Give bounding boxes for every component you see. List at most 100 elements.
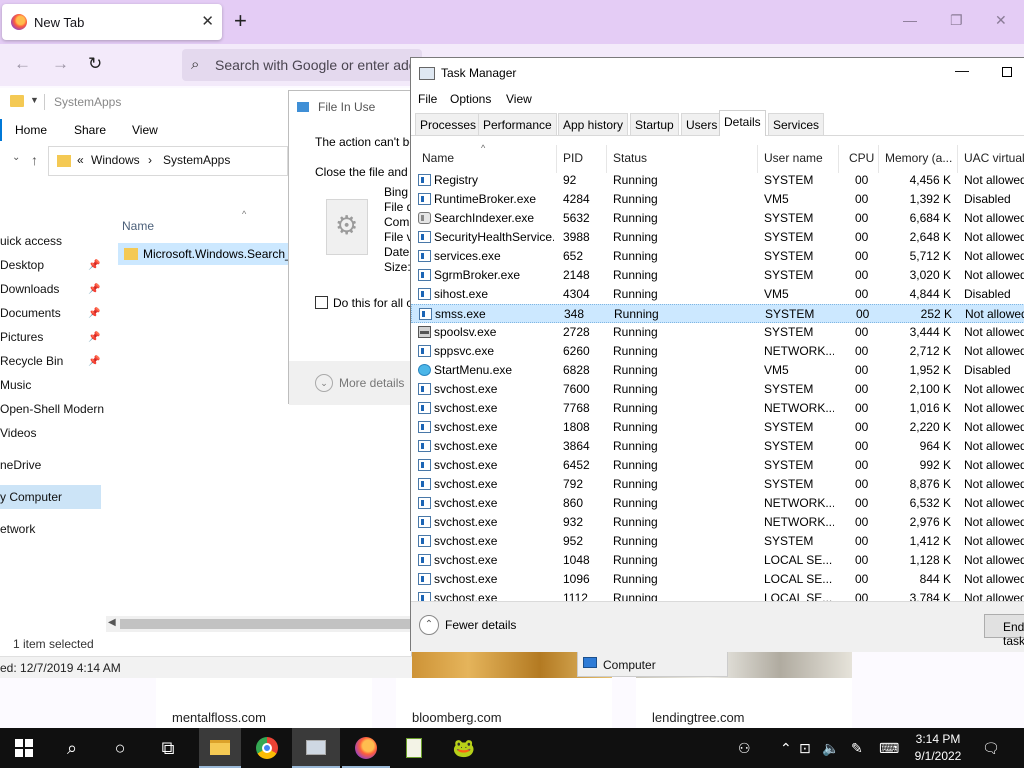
column-divider[interactable]: [606, 145, 607, 173]
up-arrow-icon[interactable]: ↑: [31, 152, 38, 168]
sidebar-item-my-computer[interactable]: y Computer: [0, 490, 62, 504]
menu-view[interactable]: View: [506, 92, 532, 106]
process-row[interactable]: svchost.exe 1048 Running LOCAL SE... 00 1,128…: [411, 551, 1024, 570]
sidebar-item-network[interactable]: etwork: [0, 522, 35, 536]
ribbon-tab-home[interactable]: Home: [15, 123, 47, 137]
process-row[interactable]: sppsvc.exe 6260 Running NETWORK... 00 2,712 K…: [411, 342, 1024, 361]
column-uac[interactable]: UAC virtualization: [964, 151, 1024, 165]
tab-users[interactable]: Users: [681, 113, 723, 135]
quick-access-toolbar-icon[interactable]: ▼: [30, 95, 39, 105]
scroll-left-icon[interactable]: ◀: [108, 617, 116, 628]
sidebar-item-open-shell[interactable]: Open-Shell Modern: [0, 402, 104, 416]
maximize-icon[interactable]: [1002, 67, 1012, 77]
process-row[interactable]: sihost.exe 4304 Running VM5 00 4,844 K Disable…: [411, 285, 1024, 304]
column-divider[interactable]: [838, 145, 839, 173]
sidebar-item-videos[interactable]: Videos: [0, 426, 36, 440]
network-icon[interactable]: ⊡: [799, 728, 811, 768]
process-row[interactable]: svchost.exe 7768 Running NETWORK... 00 1,016 …: [411, 399, 1024, 418]
tab-performance[interactable]: Performance: [478, 113, 557, 135]
sidebar-item-desktop[interactable]: Desktop: [0, 258, 44, 272]
process-row[interactable]: spoolsv.exe 2728 Running SYSTEM 00 3,444 K Not…: [411, 323, 1024, 342]
sidebar-item-recycle-bin[interactable]: Recycle Bin: [0, 354, 63, 368]
top-site-tile[interactable]: bloomberg.com: [396, 678, 612, 728]
sidebar-item-documents[interactable]: Documents: [0, 306, 61, 320]
process-row[interactable]: StartMenu.exe 6828 Running VM5 00 1,952 K Disa…: [411, 361, 1024, 380]
column-divider[interactable]: [957, 145, 958, 173]
chrome-icon[interactable]: [243, 728, 291, 768]
restore-icon[interactable]: ❐: [950, 12, 963, 29]
horizontal-scrollbar[interactable]: ◀: [106, 616, 412, 632]
file-explorer-taskbar-icon[interactable]: [199, 728, 241, 768]
column-header-name[interactable]: Name: [122, 219, 154, 233]
url-bar[interactable]: ⌕ Search with Google or enter address: [182, 49, 443, 81]
start-button[interactable]: [0, 728, 48, 768]
tab-services[interactable]: Services: [768, 113, 825, 135]
process-row[interactable]: svchost.exe 6452 Running SYSTEM 00 992 K Not a…: [411, 456, 1024, 475]
file-row[interactable]: Microsoft.Windows.Search_cw5n1h2txyewy: [118, 243, 290, 265]
fewer-details-chevron-icon[interactable]: ⌃: [419, 615, 439, 635]
scrollbar-thumb[interactable]: [120, 619, 412, 629]
column-pid[interactable]: PID: [563, 151, 583, 165]
column-divider[interactable]: [556, 145, 557, 173]
minimize-icon[interactable]: —: [955, 62, 969, 78]
fewer-details-button[interactable]: Fewer details: [445, 618, 516, 632]
column-status[interactable]: Status: [613, 151, 647, 165]
explorer-address-bar[interactable]: « Windows › SystemApps: [48, 146, 288, 176]
process-row[interactable]: svchost.exe 932 Running NETWORK... 00 2,976 K…: [411, 513, 1024, 532]
more-details-chevron-icon[interactable]: ⌄: [315, 374, 333, 392]
firefox-tab[interactable]: New Tab ✕: [2, 4, 222, 40]
menu-file[interactable]: File: [418, 92, 437, 106]
sidebar-item-quick-access[interactable]: uick access: [0, 234, 62, 248]
firefox-taskbar-icon[interactable]: [342, 728, 390, 768]
close-tab-icon[interactable]: ✕: [201, 12, 214, 30]
breadcrumb-overflow[interactable]: «: [77, 153, 84, 167]
process-row[interactable]: Registry 92 Running SYSTEM 00 4,456 K Not allo…: [411, 171, 1024, 190]
keyboard-icon[interactable]: ⌨: [879, 728, 899, 768]
column-name[interactable]: Name: [422, 151, 454, 165]
cortana-icon[interactable]: ○: [96, 728, 144, 768]
end-task-button[interactable]: End task: [984, 614, 1024, 648]
notification-icon[interactable]: 🗨: [982, 728, 1000, 768]
process-row[interactable]: svchost.exe 7600 Running SYSTEM 00 2,100 K Not…: [411, 380, 1024, 399]
process-row[interactable]: smss.exe 348 Running SYSTEM 00 252 K Not allow…: [411, 304, 1024, 323]
breadcrumb-windows[interactable]: Windows: [91, 153, 140, 167]
column-cpu[interactable]: CPU: [849, 151, 874, 165]
close-window-icon[interactable]: ✕: [995, 12, 1007, 29]
process-list[interactable]: Registry 92 Running SYSTEM 00 4,456 K Not allo…: [411, 171, 1024, 601]
process-row[interactable]: svchost.exe 860 Running NETWORK... 00 6,532 K…: [411, 494, 1024, 513]
notepad-plus-icon[interactable]: [390, 728, 438, 768]
back-icon[interactable]: ←: [14, 54, 31, 74]
sidebar-item-pictures[interactable]: Pictures: [0, 330, 43, 344]
column-memory[interactable]: Memory (a...: [885, 151, 952, 165]
tab-details[interactable]: Details: [719, 110, 766, 136]
process-row[interactable]: svchost.exe 3864 Running SYSTEM 00 964 K Not a…: [411, 437, 1024, 456]
recent-locations-icon[interactable]: ⌄: [12, 152, 20, 163]
app-frog-icon[interactable]: 🐸: [440, 728, 488, 768]
task-view-icon[interactable]: ⧉: [144, 728, 192, 768]
pen-icon[interactable]: ✎: [851, 728, 863, 768]
forward-icon[interactable]: →: [52, 54, 69, 74]
more-details-button[interactable]: More details: [339, 376, 404, 390]
show-hidden-icons[interactable]: ⌃: [780, 728, 792, 768]
column-divider[interactable]: [757, 145, 758, 173]
sidebar-item-music[interactable]: Music: [0, 378, 31, 392]
tab-app-history[interactable]: App history: [558, 113, 629, 135]
top-site-tile[interactable]: mentalfloss.com: [156, 678, 372, 728]
computer-item[interactable]: Computer: [577, 651, 728, 677]
clock[interactable]: 3:14 PM 9/1/2022: [906, 731, 970, 765]
people-icon[interactable]: ⚇: [738, 728, 751, 768]
process-row[interactable]: svchost.exe 1808 Running SYSTEM 00 2,220 K Not…: [411, 418, 1024, 437]
process-row[interactable]: SecurityHealthService.exe 3988 Running SYST…: [411, 228, 1024, 247]
process-row[interactable]: services.exe 652 Running SYSTEM 00 5,712 K Not…: [411, 247, 1024, 266]
top-site-tile[interactable]: lendingtree.com: [636, 678, 852, 728]
minimize-icon[interactable]: —: [903, 12, 917, 28]
process-row[interactable]: svchost.exe 952 Running SYSTEM 00 1,412 K Not …: [411, 532, 1024, 551]
ribbon-tab-share[interactable]: Share: [74, 123, 106, 137]
task-manager-taskbar-icon[interactable]: [292, 728, 340, 768]
do-for-all-checkbox[interactable]: [315, 296, 328, 309]
menu-options[interactable]: Options: [450, 92, 491, 106]
process-row[interactable]: SgrmBroker.exe 2148 Running SYSTEM 00 3,020 K…: [411, 266, 1024, 285]
breadcrumb-systemapps[interactable]: SystemApps: [163, 153, 230, 167]
process-row[interactable]: svchost.exe 792 Running SYSTEM 00 8,876 K Not …: [411, 475, 1024, 494]
tab-startup[interactable]: Startup: [630, 113, 679, 135]
